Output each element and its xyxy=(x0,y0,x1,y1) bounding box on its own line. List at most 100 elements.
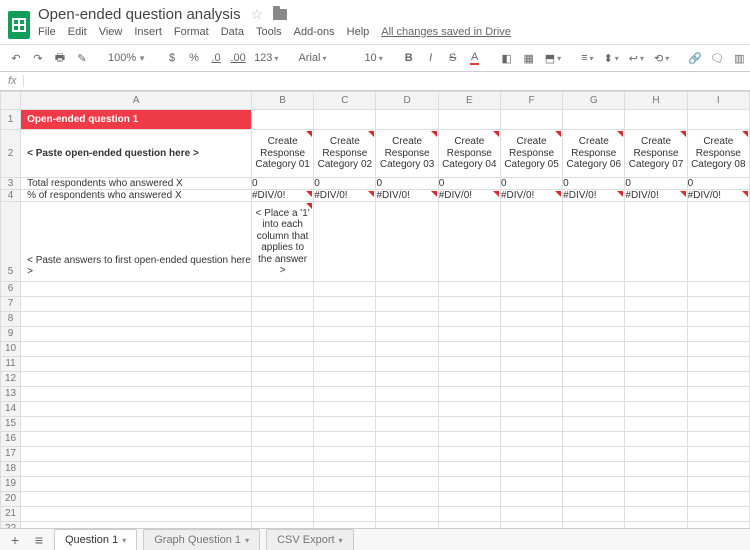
cell[interactable] xyxy=(314,201,376,281)
cell[interactable] xyxy=(625,201,687,281)
cell[interactable] xyxy=(625,416,687,431)
cell[interactable] xyxy=(500,356,562,371)
save-status[interactable]: All changes saved in Drive xyxy=(381,26,511,38)
cell[interactable] xyxy=(314,281,376,296)
percent-value[interactable]: #DIV/0! xyxy=(687,189,749,201)
cell[interactable] xyxy=(252,416,314,431)
cell[interactable] xyxy=(625,341,687,356)
category-header[interactable]: Create Response Category 01 xyxy=(252,130,314,178)
total-label[interactable]: Total respondents who answered X xyxy=(21,177,252,189)
cell[interactable] xyxy=(376,110,438,130)
row-header[interactable]: 14 xyxy=(1,401,21,416)
cell[interactable] xyxy=(21,281,252,296)
cell[interactable] xyxy=(252,386,314,401)
total-value[interactable]: 0 xyxy=(314,177,376,189)
cell[interactable] xyxy=(252,431,314,446)
row-header[interactable]: 9 xyxy=(1,326,21,341)
cell[interactable] xyxy=(438,476,500,491)
cell[interactable] xyxy=(314,506,376,521)
sheet-tab[interactable]: CSV Export▾ xyxy=(266,529,353,550)
cell[interactable] xyxy=(687,311,749,326)
cell[interactable] xyxy=(438,386,500,401)
cell[interactable] xyxy=(687,521,749,528)
menu-insert[interactable]: Insert xyxy=(134,26,162,38)
zoom-select[interactable]: 100%▼ xyxy=(106,52,148,64)
cell[interactable] xyxy=(314,311,376,326)
font-size-select[interactable]: 10▾ xyxy=(362,52,384,64)
cell[interactable] xyxy=(376,296,438,311)
cell[interactable] xyxy=(563,326,625,341)
cell[interactable] xyxy=(625,476,687,491)
cell[interactable] xyxy=(625,326,687,341)
decrease-decimal-button[interactable]: .0 xyxy=(208,49,224,67)
wrap-button[interactable]: ↩▾ xyxy=(627,52,646,65)
cell[interactable] xyxy=(438,326,500,341)
cell[interactable] xyxy=(625,386,687,401)
cell[interactable] xyxy=(376,506,438,521)
cell[interactable] xyxy=(252,281,314,296)
cell[interactable] xyxy=(687,416,749,431)
cell[interactable] xyxy=(438,506,500,521)
cell[interactable] xyxy=(687,491,749,506)
cell[interactable] xyxy=(500,521,562,528)
cell[interactable] xyxy=(252,356,314,371)
cell[interactable] xyxy=(21,461,252,476)
row-header[interactable]: 21 xyxy=(1,506,21,521)
cell[interactable] xyxy=(563,201,625,281)
cell[interactable] xyxy=(376,461,438,476)
menu-tools[interactable]: Tools xyxy=(256,26,282,38)
cell[interactable] xyxy=(252,461,314,476)
cell[interactable] xyxy=(438,491,500,506)
cell[interactable] xyxy=(252,521,314,528)
cell[interactable] xyxy=(438,311,500,326)
row-header[interactable]: 8 xyxy=(1,311,21,326)
cell[interactable] xyxy=(314,296,376,311)
cell[interactable] xyxy=(21,506,252,521)
cell[interactable] xyxy=(625,506,687,521)
cell[interactable] xyxy=(687,446,749,461)
row-header[interactable]: 3 xyxy=(1,177,21,189)
cell[interactable] xyxy=(252,506,314,521)
cell[interactable] xyxy=(21,416,252,431)
cell[interactable] xyxy=(21,386,252,401)
cell[interactable] xyxy=(563,371,625,386)
percent-button[interactable]: % xyxy=(186,49,202,67)
col-header[interactable]: D xyxy=(376,92,438,110)
cell[interactable] xyxy=(625,461,687,476)
cell[interactable] xyxy=(21,371,252,386)
number-format-select[interactable]: 123▾ xyxy=(252,52,280,64)
cell[interactable] xyxy=(625,446,687,461)
cell[interactable] xyxy=(376,491,438,506)
col-header[interactable]: C xyxy=(314,92,376,110)
total-value[interactable]: 0 xyxy=(500,177,562,189)
cell[interactable] xyxy=(500,446,562,461)
folder-icon[interactable] xyxy=(273,9,287,20)
spreadsheet-grid[interactable]: A B C D E F G H I 1Open-ended question 1… xyxy=(0,91,750,528)
cell[interactable] xyxy=(314,461,376,476)
cell[interactable] xyxy=(687,341,749,356)
percent-value[interactable]: #DIV/0! xyxy=(252,189,314,201)
cell[interactable] xyxy=(376,311,438,326)
cell[interactable] xyxy=(438,431,500,446)
cell[interactable] xyxy=(21,401,252,416)
cell[interactable] xyxy=(376,431,438,446)
menu-format[interactable]: Format xyxy=(174,26,209,38)
cell[interactable] xyxy=(500,386,562,401)
row-header[interactable]: 20 xyxy=(1,491,21,506)
col-header[interactable]: A xyxy=(21,92,252,110)
percent-value[interactable]: #DIV/0! xyxy=(625,189,687,201)
cell[interactable] xyxy=(21,356,252,371)
cell[interactable] xyxy=(21,341,252,356)
paint-format-icon[interactable]: ✎ xyxy=(74,49,90,67)
row-header[interactable]: 6 xyxy=(1,281,21,296)
cell[interactable] xyxy=(376,446,438,461)
row-header[interactable]: 4 xyxy=(1,189,21,201)
cell[interactable] xyxy=(563,461,625,476)
cell[interactable] xyxy=(438,461,500,476)
row-header[interactable]: 2 xyxy=(1,130,21,178)
percent-value[interactable]: #DIV/0! xyxy=(438,189,500,201)
cell[interactable] xyxy=(438,110,500,130)
menu-addons[interactable]: Add-ons xyxy=(294,26,335,38)
menu-view[interactable]: View xyxy=(99,26,123,38)
total-value[interactable]: 0 xyxy=(376,177,438,189)
